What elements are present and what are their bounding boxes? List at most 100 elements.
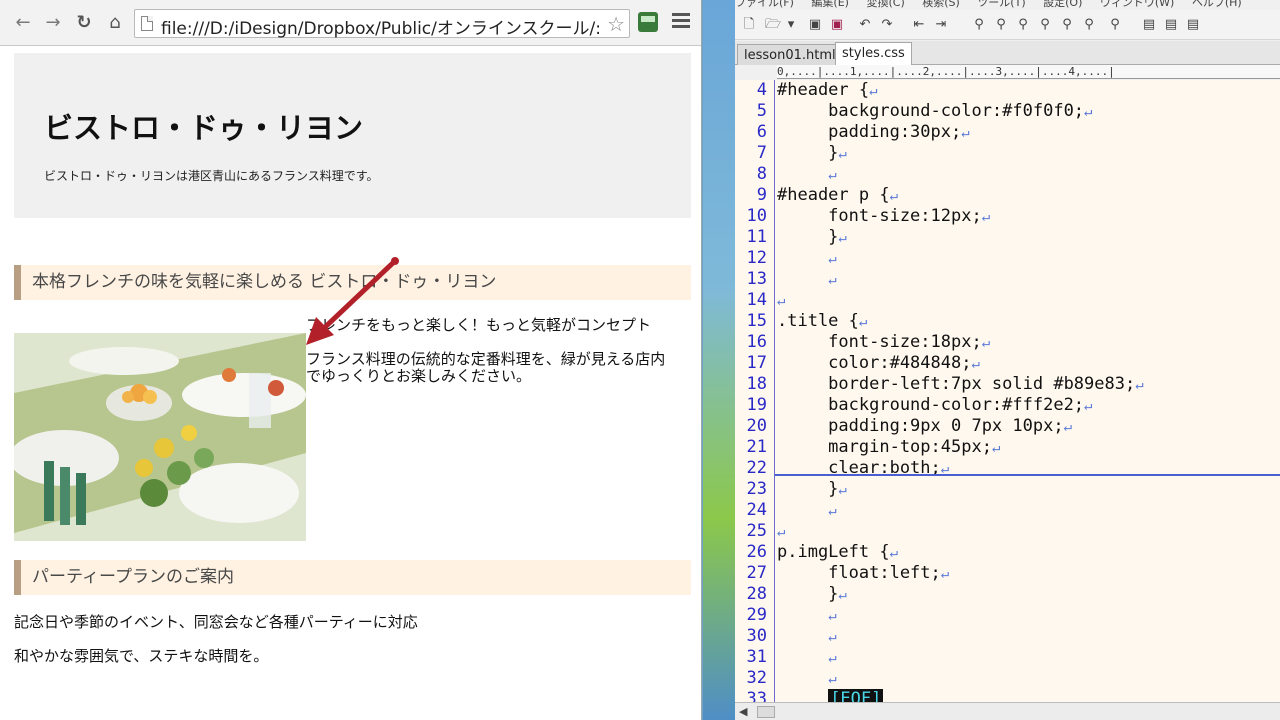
code-text[interactable]: margin-top:45px;↵	[777, 437, 1000, 457]
compare-icon[interactable]: ▤	[1163, 17, 1179, 33]
open-folder-icon[interactable]: 🗁	[765, 17, 781, 33]
code-line[interactable]: 26 p.imgLeft {↵	[735, 542, 1280, 563]
undo-icon[interactable]: ↶	[857, 17, 873, 33]
code-line[interactable]: 30 ↵	[735, 626, 1280, 647]
code-line[interactable]: 32 ↵	[735, 668, 1280, 689]
star-icon[interactable]: ☆	[607, 12, 625, 36]
code-text[interactable]: }↵	[777, 143, 847, 163]
save-icon[interactable]: ▣	[807, 17, 823, 33]
code-text[interactable]: float:left;↵	[777, 563, 949, 583]
code-text[interactable]: ↵	[777, 626, 836, 646]
code-text[interactable]: ↵	[777, 605, 836, 625]
menu-file[interactable]: ファイル(F)	[735, 0, 794, 8]
code-line[interactable]: 6 padding:30px;↵	[735, 122, 1280, 143]
back-jump-icon[interactable]: ⇤	[911, 17, 927, 33]
menu-edit[interactable]: 編集(E)	[811, 0, 849, 8]
menu-window[interactable]: ウィンドウ(W)	[1100, 0, 1174, 8]
forward-jump-icon[interactable]: ⇥	[933, 17, 949, 33]
code-line[interactable]: 19 background-color:#fff2e2;↵	[735, 395, 1280, 416]
code-line[interactable]: 4 #header {↵	[735, 80, 1280, 101]
code-line[interactable]: 20 padding:9px 0 7px 10px;↵	[735, 416, 1280, 437]
tab-lesson01-html[interactable]: lesson01.html	[737, 44, 843, 65]
menu-tools[interactable]: ツール(T)	[977, 0, 1025, 8]
code-line[interactable]: 28 }↵	[735, 584, 1280, 605]
code-text[interactable]: border-left:7px solid #b89e83;↵	[777, 374, 1144, 394]
home-button[interactable]: ⌂	[104, 12, 126, 34]
mark-icon[interactable]: ⚲	[1081, 17, 1097, 33]
back-button[interactable]: ←	[12, 12, 34, 34]
code-line[interactable]: 21 margin-top:45px;↵	[735, 437, 1280, 458]
code-text[interactable]: ↵	[777, 647, 836, 667]
menu-settings[interactable]: 設定(O)	[1043, 0, 1082, 8]
code-line[interactable]: 13 ↵	[735, 269, 1280, 290]
code-line[interactable]: 25 ↵	[735, 521, 1280, 542]
extension-icon[interactable]	[638, 12, 658, 32]
grep-icon[interactable]: ⚲	[1107, 17, 1123, 33]
code-line[interactable]: 33 [EOF]	[735, 689, 1280, 702]
code-line[interactable]: 8 ↵	[735, 164, 1280, 185]
horizontal-scrollbar[interactable]: ◀	[735, 702, 1280, 720]
code-line[interactable]: 14 ↵	[735, 290, 1280, 311]
highlight-icon[interactable]: ⚲	[1059, 17, 1075, 33]
code-line[interactable]: 12 ↵	[735, 248, 1280, 269]
window-icon[interactable]: ▤	[1185, 17, 1201, 33]
code-line[interactable]: 24 ↵	[735, 500, 1280, 521]
save-all-icon[interactable]: ▣	[829, 17, 845, 33]
find-icon[interactable]: ⚲	[971, 17, 987, 33]
menu-icon[interactable]	[672, 13, 690, 31]
code-line[interactable]: 29 ↵	[735, 605, 1280, 626]
code-line[interactable]: 31 ↵	[735, 647, 1280, 668]
dropdown-icon[interactable]: ▾	[783, 17, 799, 33]
code-text[interactable]: ↵	[777, 164, 836, 184]
outline-icon[interactable]: ▤	[1141, 17, 1157, 33]
url-text[interactable]: file:///D:/iDesign/Dropbox/Public/オンラインス…	[161, 14, 601, 39]
code-text[interactable]: ↵	[777, 269, 836, 289]
code-text[interactable]: font-size:12px;↵	[777, 206, 990, 226]
code-text[interactable]: p.imgLeft {↵	[777, 542, 898, 562]
code-text[interactable]: padding:9px 0 7px 10px;↵	[777, 416, 1072, 436]
new-file-icon[interactable]: 🗋	[741, 17, 757, 33]
code-text[interactable]: }↵	[777, 227, 847, 247]
code-text[interactable]: padding:30px;↵	[777, 122, 970, 142]
code-text[interactable]: ↵	[777, 290, 785, 310]
address-bar[interactable]: file:///D:/iDesign/Dropbox/Public/オンラインス…	[134, 9, 630, 39]
code-text[interactable]: #header {↵	[777, 80, 878, 100]
code-line[interactable]: 16 font-size:18px;↵	[735, 332, 1280, 353]
code-line[interactable]: 9 #header p {↵	[735, 185, 1280, 206]
code-text[interactable]: ↵	[777, 668, 836, 688]
code-line[interactable]: 18 border-left:7px solid #b89e83;↵	[735, 374, 1280, 395]
tab-styles-css[interactable]: styles.css	[835, 42, 912, 66]
find-prev-icon[interactable]: ⚲	[993, 17, 1009, 33]
code-line[interactable]: 5 background-color:#f0f0f0;↵	[735, 101, 1280, 122]
code-text[interactable]: ↵	[777, 248, 836, 268]
code-text[interactable]: .title {↵	[777, 311, 867, 331]
code-line[interactable]: 27 float:left;↵	[735, 563, 1280, 584]
menu-search[interactable]: 検索(S)	[922, 0, 960, 8]
code-line[interactable]: 7 }↵	[735, 143, 1280, 164]
forward-button[interactable]: →	[42, 12, 64, 34]
code-area[interactable]: 4 #header {↵ 5 background-color:#f0f0f0;↵ 6…	[735, 80, 1280, 702]
code-text[interactable]: ↵	[777, 521, 785, 541]
code-text[interactable]: color:#484848;↵	[777, 353, 980, 373]
scroll-left-icon[interactable]: ◀	[739, 705, 747, 718]
code-text[interactable]: #header p {↵	[777, 185, 898, 205]
redo-icon[interactable]: ↷	[879, 17, 895, 33]
menu-help[interactable]: ヘルプ(H)	[1192, 0, 1242, 8]
reload-button[interactable]: ↻	[73, 12, 95, 34]
code-line[interactable]: 15 .title {↵	[735, 311, 1280, 332]
code-text[interactable]: font-size:18px;↵	[777, 332, 990, 352]
code-line[interactable]: 11 }↵	[735, 227, 1280, 248]
menu-convert[interactable]: 変換(C)	[866, 0, 904, 8]
scroll-thumb[interactable]	[757, 706, 775, 718]
code-line[interactable]: 17 color:#484848;↵	[735, 353, 1280, 374]
code-line[interactable]: 10 font-size:12px;↵	[735, 206, 1280, 227]
code-text[interactable]: }↵	[777, 479, 847, 499]
replace-icon[interactable]: ⚲	[1037, 17, 1053, 33]
find-next-icon[interactable]: ⚲	[1015, 17, 1031, 33]
code-text[interactable]: background-color:#f0f0f0;↵	[777, 101, 1092, 121]
code-text[interactable]: background-color:#fff2e2;↵	[777, 395, 1092, 415]
code-text[interactable]: [EOF]	[777, 689, 884, 702]
code-line[interactable]: 23 }↵	[735, 479, 1280, 500]
code-text[interactable]: }↵	[777, 584, 847, 604]
code-text[interactable]: ↵	[777, 500, 836, 520]
